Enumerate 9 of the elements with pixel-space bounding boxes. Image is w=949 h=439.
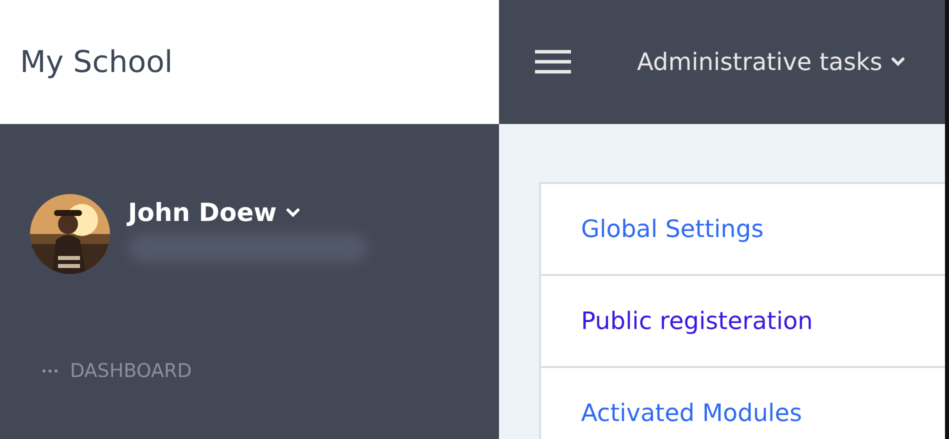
settings-link[interactable]: Public registeration (581, 307, 813, 335)
menu-icon[interactable] (535, 50, 571, 74)
site-title: My School (20, 44, 173, 80)
dots-icon (42, 369, 58, 373)
admin-menu-button[interactable]: Administrative tasks (637, 48, 906, 76)
user-menu-button[interactable]: John Doew (128, 198, 368, 227)
settings-link[interactable]: Global Settings (581, 215, 764, 243)
settings-link[interactable]: Activated Modules (581, 399, 802, 427)
sidebar-item-label: DASHBOARD (70, 360, 192, 382)
